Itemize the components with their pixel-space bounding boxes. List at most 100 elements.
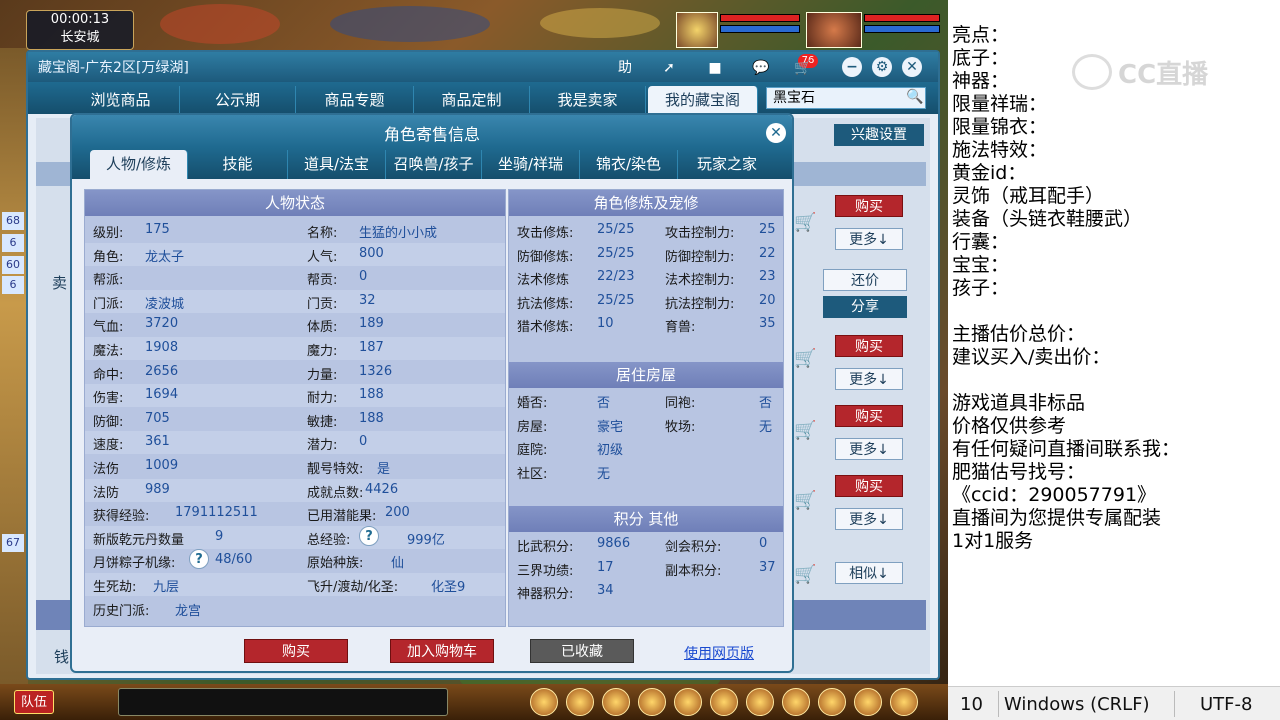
status-label: 角色: xyxy=(93,249,124,265)
status-label: 体质: xyxy=(307,320,338,336)
points-label: 神器积分: xyxy=(517,587,574,603)
bargain-button[interactable]: 还价 xyxy=(823,269,907,291)
editor-text[interactable]: 亮点： 底子： 神器： 限量祥瑞： 限量锦衣： 施法特效： 黄金id： 灵饰（戒… xyxy=(952,24,1272,553)
status-value: 凌波城 xyxy=(145,296,185,312)
status-value: 1791112511 xyxy=(175,505,258,521)
status-label: 魔法: xyxy=(93,344,124,359)
status-value: 200 xyxy=(385,505,410,521)
player-portrait[interactable] xyxy=(806,12,862,48)
tab-character[interactable]: 人物/修炼 xyxy=(90,150,188,179)
status-value: 800 xyxy=(359,245,384,261)
points-label: 三界功绩: xyxy=(517,563,574,579)
gift-icon[interactable] xyxy=(602,688,630,716)
bag-icon[interactable] xyxy=(566,688,594,716)
favorited-button[interactable]: 已收藏 xyxy=(530,639,634,663)
close-icon[interactable]: ✕ xyxy=(902,57,922,77)
status-label: 飞升/渡劫/化圣: xyxy=(307,580,399,595)
row-more-button[interactable]: 更多↓ xyxy=(835,508,903,530)
row-cart-icon[interactable]: 🛒 xyxy=(794,348,820,370)
status-value: 生猛的小小成 xyxy=(359,226,438,241)
status-label: 法伤 xyxy=(93,462,120,477)
status-label: 帮派: xyxy=(93,273,124,289)
search-input[interactable]: 黑宝石 xyxy=(766,87,926,109)
team-icon[interactable] xyxy=(674,688,702,716)
shop-icon[interactable] xyxy=(818,688,846,716)
cart-icon[interactable]: 🛒 xyxy=(792,57,814,79)
house-section-title: 居住房屋 xyxy=(509,362,783,388)
text-editor-pane[interactable]: 亮点： 底子： 神器： 限量祥瑞： 限量锦衣： 施法特效： 黄金id： 灵饰（戒… xyxy=(948,0,1280,720)
status-label: 敏捷: xyxy=(307,414,338,430)
cultivation-label2: 抗法控制力: xyxy=(665,296,735,312)
row-buy-button[interactable]: 购买 xyxy=(835,405,903,427)
row-buy-button[interactable]: 购买 xyxy=(835,475,903,497)
buy-button[interactable]: 购买 xyxy=(244,639,348,663)
pet-portrait[interactable] xyxy=(676,12,718,48)
row-cart-icon[interactable]: 🛒 xyxy=(794,212,820,234)
house-label2: 同袍: xyxy=(665,396,696,411)
row-cart-icon[interactable]: 🛒 xyxy=(794,420,820,442)
task-icon[interactable] xyxy=(746,688,774,716)
cultivation-label: 防御修炼: xyxy=(517,249,574,265)
share-button[interactable]: 分享 xyxy=(823,296,907,318)
share-arrow-icon[interactable]: ➚ xyxy=(658,57,680,79)
left-side-strip xyxy=(0,48,28,688)
status-label: 历史门派: xyxy=(93,603,150,619)
help-icon[interactable]: ? xyxy=(189,549,209,570)
chat-input[interactable] xyxy=(118,688,448,716)
status-label: 成就点数: xyxy=(307,485,364,501)
house-label: 房屋: xyxy=(517,419,548,435)
tab-topics[interactable]: 商品专题 xyxy=(296,86,414,114)
web-version-link[interactable]: 使用网页版 xyxy=(684,643,754,663)
money-label: 钱 xyxy=(54,648,70,666)
row-more-button[interactable]: 更多↓ xyxy=(835,228,903,250)
tab-skills[interactable]: 技能 xyxy=(188,150,288,179)
tab-my-cangbaoge[interactable]: 我的藏宝阁 xyxy=(648,86,758,114)
help-icon[interactable]: ? xyxy=(359,525,379,546)
help-button[interactable]: 助 xyxy=(614,57,636,79)
tab-seller[interactable]: 我是卖家 xyxy=(530,86,646,114)
status-section-title: 人物状态 xyxy=(85,190,505,216)
row-cart-icon[interactable]: 🛒 xyxy=(794,564,820,586)
tab-pets[interactable]: 召唤兽/孩子 xyxy=(386,150,482,179)
tab-public[interactable]: 公示期 xyxy=(180,86,296,114)
cultivation-section-title: 角色修炼及宠修 xyxy=(509,190,783,216)
interest-settings-button[interactable]: 兴趣设置 xyxy=(834,124,924,146)
settings-icon[interactable] xyxy=(890,688,918,716)
tab-outfits[interactable]: 锦衣/染色 xyxy=(580,150,678,179)
tab-browse[interactable]: 浏览商品 xyxy=(62,86,180,114)
cultivation-value: 25/25 xyxy=(597,245,635,261)
tab-custom[interactable]: 商品定制 xyxy=(414,86,530,114)
minimize-icon[interactable]: − xyxy=(842,57,862,77)
system-icon[interactable] xyxy=(854,688,882,716)
seller-label: 卖 xyxy=(52,274,68,292)
status-label: 帮贡: xyxy=(307,273,338,289)
tab-mounts[interactable]: 坐骑/祥瑞 xyxy=(482,150,580,179)
skill-icon[interactable] xyxy=(638,688,666,716)
add-to-cart-button[interactable]: 加入购物车 xyxy=(390,639,494,663)
clock-time: 00:00:13 xyxy=(50,12,110,27)
search-icon[interactable]: 🔍 xyxy=(906,89,923,105)
row-more-button[interactable]: 更多↓ xyxy=(835,368,903,390)
tab-items[interactable]: 道具/法宝 xyxy=(288,150,386,179)
item-icon[interactable] xyxy=(530,688,558,716)
status-label: 靓号特效: xyxy=(307,462,364,477)
status-label: 生死劫: xyxy=(93,580,137,595)
close-icon[interactable]: ✕ xyxy=(766,123,786,143)
similar-button[interactable]: 相似↓ xyxy=(835,562,903,584)
status-value: 175 xyxy=(145,222,170,237)
row-more-button[interactable]: 更多↓ xyxy=(835,438,903,460)
gear-icon[interactable]: ⚙ xyxy=(872,57,892,77)
team-button[interactable]: 队伍 xyxy=(14,690,54,714)
status-value: 361 xyxy=(145,434,170,450)
points-label2: 副本积分: xyxy=(665,563,722,579)
status-label: 名称: xyxy=(307,226,338,241)
row-buy-button[interactable]: 购买 xyxy=(835,195,903,217)
row-buy-button[interactable]: 购买 xyxy=(835,335,903,357)
stop-icon[interactable]: ■ xyxy=(704,57,726,79)
cultivation-value: 25/25 xyxy=(597,292,635,308)
chat-icon[interactable]: 💬 xyxy=(750,57,772,79)
guild-icon[interactable] xyxy=(782,688,810,716)
friend-icon[interactable] xyxy=(710,688,738,716)
tab-home[interactable]: 玩家之家 xyxy=(678,150,776,179)
row-cart-icon[interactable]: 🛒 xyxy=(794,490,820,512)
